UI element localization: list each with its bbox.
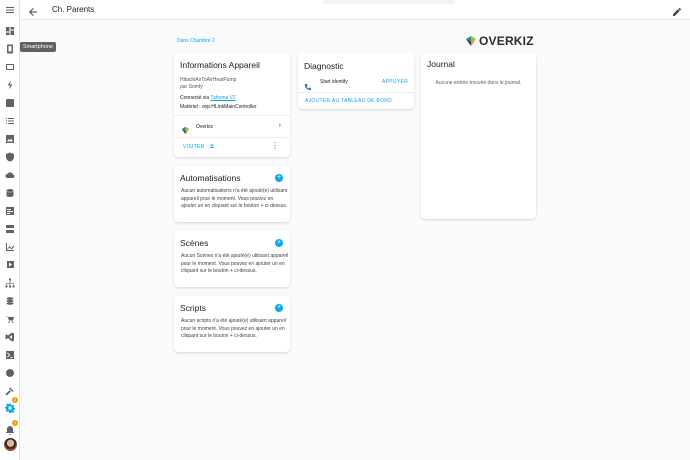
add-scene-button[interactable]: + — [275, 239, 283, 247]
divider — [174, 115, 290, 116]
journal-empty-text: Aucune entrée trouvée dans le journal. — [435, 80, 522, 86]
hammer-icon[interactable] — [4, 385, 16, 397]
scenes-empty-text: Aucun Scènes n'a été ajouté(e) utilisant… — [181, 253, 289, 274]
overkiz-integration-icon — [181, 122, 190, 135]
list-icon[interactable] — [4, 115, 16, 127]
settings-badge: 2 — [12, 397, 18, 403]
device-info-title: Informations Appareil — [180, 60, 260, 70]
page-title: Ch. Parents — [52, 5, 95, 14]
image-icon[interactable] — [4, 133, 16, 145]
journal-title: Journal — [427, 59, 455, 69]
integration-name[interactable]: Overkiz — [196, 124, 213, 130]
scenes-title: Scènes — [180, 238, 209, 248]
search-bar[interactable] — [323, 0, 455, 4]
visit-label: VISITER — [183, 144, 205, 150]
layers-icon[interactable] — [4, 295, 16, 307]
sidebar-tooltip: Smartphone — [20, 42, 56, 52]
device-model: HitachiAirToAirHeatPump — [180, 77, 237, 83]
chevron-right-icon[interactable]: › — [279, 122, 281, 129]
area-breadcrumb-link[interactable]: Dans Chambre 2 — [177, 38, 215, 44]
scripts-title: Scripts — [180, 303, 206, 313]
vscode-icon[interactable] — [4, 331, 16, 343]
add-script-button[interactable]: + — [275, 304, 283, 312]
overkiz-logo-icon — [466, 36, 476, 46]
journal-card: Journal Aucune entrée trouvée dans le jo… — [421, 53, 536, 219]
phone-ring-icon — [304, 78, 312, 91]
back-arrow-icon[interactable] — [28, 4, 40, 16]
scripts-card: Scripts + Aucun scripts n'a été ajouté(e… — [174, 296, 290, 352]
divider — [298, 92, 414, 93]
connected-via: Connecté via Tahoma V2 — [180, 95, 236, 101]
overkiz-logo: OVERKIZ — [465, 34, 534, 48]
overflow-menu-icon[interactable]: ⋮ — [271, 142, 279, 150]
visit-button[interactable]: VISITER ⧉ — [183, 144, 214, 150]
server-icon[interactable] — [4, 223, 16, 235]
diagnostic-title: Diagnostic — [304, 61, 344, 71]
start-identify-label: Start identify — [320, 79, 348, 85]
menu-icon[interactable] — [4, 4, 16, 16]
network-icon[interactable] — [4, 277, 16, 289]
divider — [174, 137, 290, 138]
logo-text: OVERKIZ — [479, 34, 534, 48]
dashboard-icon[interactable] — [4, 25, 16, 37]
connected-via-prefix: Connecté via — [180, 95, 211, 101]
open-in-new-icon: ⧉ — [210, 144, 215, 150]
press-button[interactable]: APPUYER — [382, 79, 408, 85]
avatar[interactable] — [4, 438, 17, 451]
compass-icon[interactable] — [4, 367, 16, 379]
diagnostic-card: Diagnostic Start identify APPUYER AJOUTE… — [298, 53, 414, 109]
scenes-card: Scènes + Aucun Scènes n'a été ajouté(e) … — [174, 231, 290, 287]
database-icon[interactable] — [4, 187, 16, 199]
scripts-empty-text: Aucun scripts n'a été ajouté(e) utilisan… — [181, 318, 286, 339]
tablet-icon[interactable] — [4, 61, 16, 73]
media-icon[interactable] — [4, 259, 16, 271]
code-icon[interactable] — [4, 205, 16, 217]
app-header: Ch. Parents — [21, 0, 690, 20]
add-to-dashboard-button[interactable]: AJOUTER AU TABLEAU DE BORD — [305, 98, 392, 104]
automations-card: Automatisations + Aucun automatisations … — [174, 166, 290, 222]
automations-title: Automatisations — [180, 173, 241, 183]
add-automation-button[interactable]: + — [275, 174, 283, 182]
cloud-icon[interactable] — [4, 169, 16, 181]
energy-icon[interactable] — [4, 79, 16, 91]
cart-icon[interactable] — [4, 313, 16, 325]
smartphone-icon[interactable] — [4, 43, 16, 55]
hardware-info: Matériel : ovp:HLinkMainController — [180, 104, 257, 110]
edit-pencil-icon[interactable] — [672, 4, 684, 16]
person-icon[interactable] — [4, 97, 16, 109]
device-info-card: Informations Appareil HitachiAirToAirHea… — [174, 53, 290, 157]
shield-icon[interactable] — [4, 151, 16, 163]
device-manufacturer: par Somfy — [180, 84, 203, 90]
sidebar: Smartphone 2 1 — [0, 0, 56, 460]
chart-icon[interactable] — [4, 241, 16, 253]
settings-icon[interactable] — [4, 402, 16, 414]
automations-empty-text: Aucun automatisations n'a été ajouté(e) … — [181, 188, 288, 209]
terminal-icon[interactable] — [4, 349, 16, 361]
hub-link[interactable]: Tahoma V2 — [210, 95, 235, 101]
notification-badge: 1 — [12, 420, 18, 426]
